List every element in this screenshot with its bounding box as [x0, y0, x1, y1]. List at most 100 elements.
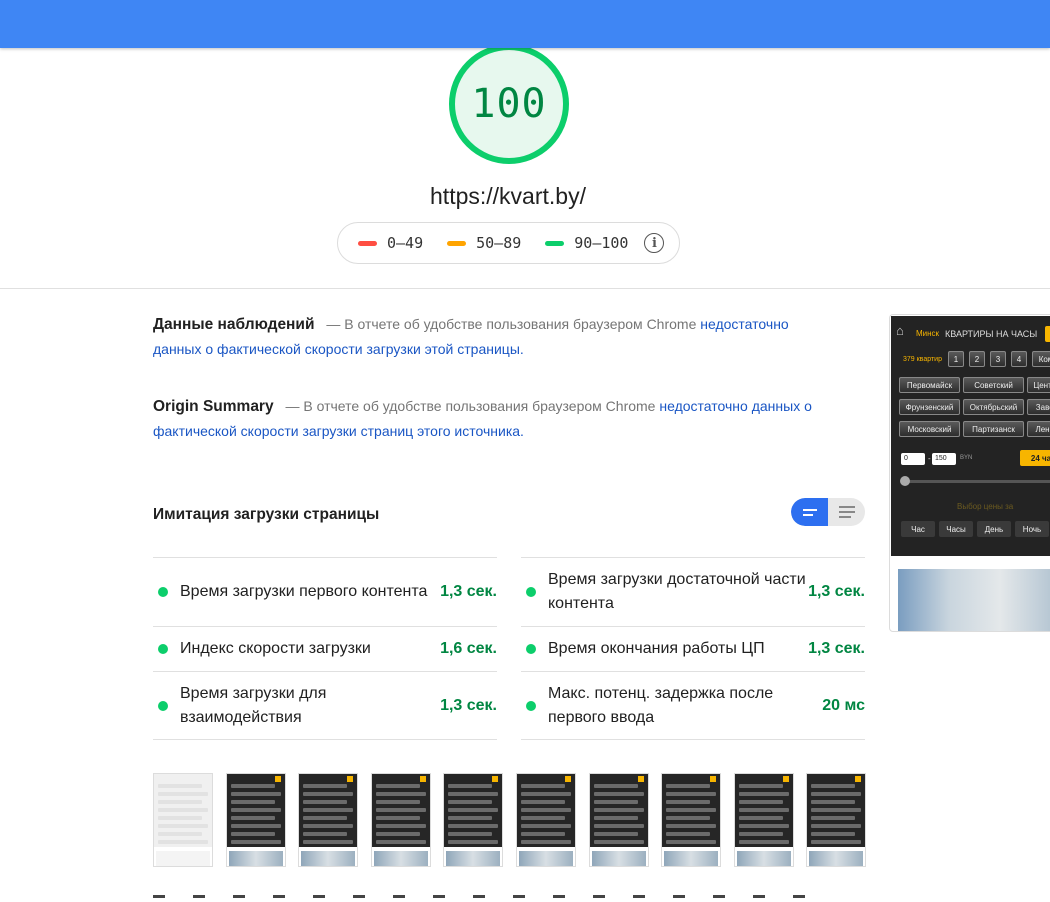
- preview-logo-badge: [1045, 326, 1050, 342]
- preview-slider-track: [903, 480, 1050, 483]
- legend-item-average: 50–89: [447, 234, 521, 252]
- frame-row: [158, 808, 208, 812]
- origin-summary-title: Origin Summary: [153, 398, 274, 415]
- home-icon: ⌂: [896, 323, 904, 338]
- frame-row: [230, 832, 275, 836]
- filmstrip-frame: [733, 773, 794, 867]
- cut-off-text-line: [153, 895, 813, 898]
- final-screenshot: ⌂ Минск КВАРТИРЫ НА ЧАСЫ 379 квартир 1 2…: [889, 314, 1050, 632]
- frame-row: [230, 840, 281, 844]
- frame-page-preview: [371, 774, 430, 847]
- frame-row: [666, 832, 711, 836]
- metric-value: 20 мс: [822, 696, 865, 714]
- frame-row: [448, 792, 499, 796]
- frame-row: [738, 800, 783, 804]
- preview-district: Октябрьский: [963, 399, 1024, 415]
- field-data-title: Данные наблюдений: [153, 316, 315, 333]
- expanded-view-icon[interactable]: [828, 498, 865, 526]
- metric-speed-index: Индекс скорости загрузки 1,6 сек.: [153, 626, 497, 671]
- frame-row: [375, 832, 420, 836]
- frame-row: [593, 784, 638, 788]
- field-data-section: Данные наблюдений — В отчете об удобстве…: [153, 312, 813, 362]
- compact-view-icon[interactable]: [791, 498, 828, 526]
- frame-row: [448, 824, 499, 828]
- frame-row: [303, 816, 348, 820]
- metric-name: Время загрузки достаточной части контент…: [548, 571, 806, 612]
- frame-row: [158, 816, 202, 820]
- frame-row: [738, 792, 789, 796]
- frame-logo: [419, 776, 426, 782]
- frame-photo: [301, 851, 356, 866]
- frame-row: [230, 800, 275, 804]
- frame-row: [811, 808, 862, 812]
- filmstrip-frame: [443, 773, 504, 867]
- frame-row: [811, 816, 856, 820]
- performance-score-gauge: 100: [449, 44, 569, 164]
- filmstrip-frame: [806, 773, 867, 867]
- frame-row: [666, 784, 711, 788]
- preview-period: Час: [901, 521, 935, 537]
- frame-page-preview: [226, 774, 285, 847]
- section-divider: [0, 288, 1050, 289]
- metric-name: Время загрузки первого контента: [180, 583, 428, 600]
- frame-row: [521, 792, 571, 796]
- preview-price-choice: Выбор цены за: [957, 502, 1014, 511]
- info-icon[interactable]: i: [644, 233, 665, 253]
- pass-dot-icon: [526, 587, 536, 597]
- frame-row: [303, 784, 348, 788]
- frame-row: [593, 800, 638, 804]
- preview-city: Минск: [916, 329, 940, 338]
- metric-name: Индекс скорости загрузки: [180, 640, 371, 657]
- site-preview: ⌂ Минск КВАРТИРЫ НА ЧАСЫ 379 квартир 1 2…: [891, 316, 1050, 556]
- frame-row: [448, 816, 493, 820]
- frame-row: [521, 816, 565, 820]
- preview-hours-badge: 24 ча: [1020, 450, 1050, 466]
- legend-item-pass: 90–100: [545, 234, 628, 252]
- filmstrip-frame: [588, 773, 649, 867]
- pass-dot-icon: [158, 644, 168, 654]
- frame-row: [738, 808, 789, 812]
- frame-photo: [591, 851, 646, 866]
- frame-row: [666, 816, 711, 820]
- preview-period: День: [977, 521, 1011, 537]
- frame-row: [158, 824, 208, 828]
- frame-row: [593, 824, 644, 828]
- preview-district: Московский: [899, 421, 960, 437]
- frame-row: [811, 800, 856, 804]
- frame-page-preview: [444, 774, 503, 847]
- pass-dot-icon: [526, 644, 536, 654]
- preview-district: Фрунзенский: [899, 399, 960, 415]
- preview-heading: КВАРТИРЫ НА ЧАСЫ: [945, 329, 1038, 339]
- frame-row: [521, 808, 571, 812]
- frame-page-preview: [662, 774, 721, 847]
- frame-row: [375, 784, 420, 788]
- preview-page-4: 4: [1011, 351, 1027, 367]
- frame-photo: [519, 851, 573, 866]
- frame-row: [448, 784, 493, 788]
- preview-page-1: 1: [948, 351, 964, 367]
- frame-row: [521, 832, 565, 836]
- frame-row: [593, 832, 638, 836]
- frame-row: [738, 784, 783, 788]
- metric-name: Время загрузки для взаимодействия: [180, 684, 327, 726]
- frame-row: [811, 840, 862, 844]
- frame-row: [375, 816, 420, 820]
- frame-logo: [782, 776, 789, 782]
- frame-row: [593, 792, 644, 796]
- metrics-view-toggle[interactable]: [791, 498, 865, 526]
- score-legend: 0–49 50–89 90–100 i: [337, 222, 680, 264]
- legend-range: 90–100: [574, 234, 629, 252]
- top-bar: [0, 0, 1050, 48]
- frame-logo: [637, 776, 644, 782]
- origin-summary-section: Origin Summary — В отчете об удобстве по…: [153, 394, 818, 444]
- frame-row: [158, 784, 202, 788]
- legend-range: 50–89: [476, 234, 522, 252]
- frame-row: [666, 800, 711, 804]
- metric-name: Макс. потенц. задержка после первого вво…: [548, 684, 774, 726]
- frame-photo: [228, 851, 283, 866]
- metric-max-potential-fid: Макс. потенц. задержка после первого вво…: [521, 671, 865, 740]
- preview-rooms: Ком: [1032, 351, 1050, 367]
- metric-value: 1,3 сек.: [808, 583, 865, 600]
- frame-row: [811, 824, 862, 828]
- frame-row: [593, 808, 644, 812]
